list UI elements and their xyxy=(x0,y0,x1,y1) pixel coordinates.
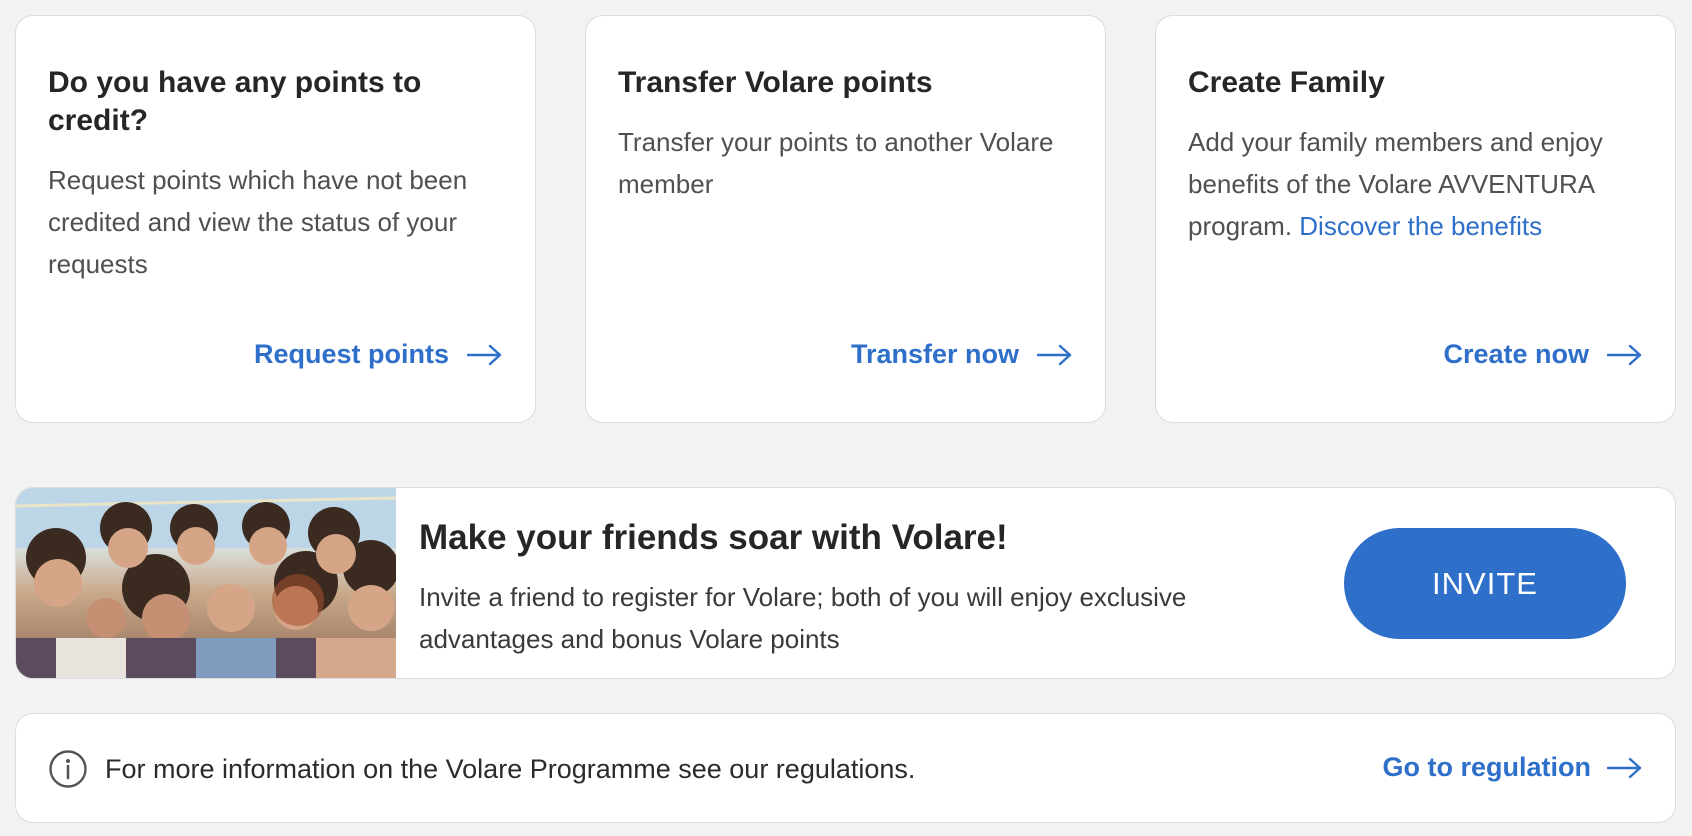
transfer-now-label: Transfer now xyxy=(850,339,1019,369)
request-points-label: Request points xyxy=(253,339,449,369)
request-points-card: Do you have any points to credit? Reques… xyxy=(15,15,536,423)
arrow-right-icon xyxy=(1607,757,1643,779)
arrow-right-icon xyxy=(467,344,503,366)
banner-description: Invite a friend to register for Volare; … xyxy=(419,582,1187,654)
info-icon xyxy=(48,749,88,789)
create-now-label: Create now xyxy=(1443,339,1589,369)
regulations-info-bar: For more information on the Volare Progr… xyxy=(15,713,1676,823)
invite-friends-banner: Make your friends soar with Volare! Invi… xyxy=(15,487,1676,679)
arrow-right-icon xyxy=(1037,344,1073,366)
go-to-regulation-label: Go to regulation xyxy=(1382,752,1592,782)
regulations-info-text: For more information on the Volare Progr… xyxy=(105,754,916,784)
banner-title: Make your friends soar with Volare! xyxy=(419,518,1008,557)
card-description: Transfer your points to another Volare m… xyxy=(618,127,1054,199)
card-title: Do you have any points to credit? xyxy=(48,66,422,137)
transfer-points-card: Transfer Volare points Transfer your poi… xyxy=(585,15,1106,423)
invite-button[interactable]: INVITE xyxy=(1344,528,1626,639)
go-to-regulation-link[interactable]: Go to regulation xyxy=(1383,752,1644,783)
card-title: Create Family xyxy=(1188,66,1385,99)
arrow-right-icon xyxy=(1607,344,1643,366)
transfer-now-link[interactable]: Transfer now xyxy=(851,339,1073,370)
discover-benefits-link[interactable]: Discover the benefits xyxy=(1299,211,1542,241)
create-family-card: Create Family Add your family members an… xyxy=(1155,15,1676,423)
create-now-link[interactable]: Create now xyxy=(1443,339,1643,370)
card-description: Request points which have not been credi… xyxy=(48,165,468,279)
request-points-link[interactable]: Request points xyxy=(254,339,503,370)
card-description: Add your family members and enjoy benefi… xyxy=(1188,121,1639,247)
card-title: Transfer Volare points xyxy=(618,66,933,99)
group-of-friends-photo xyxy=(16,488,396,678)
